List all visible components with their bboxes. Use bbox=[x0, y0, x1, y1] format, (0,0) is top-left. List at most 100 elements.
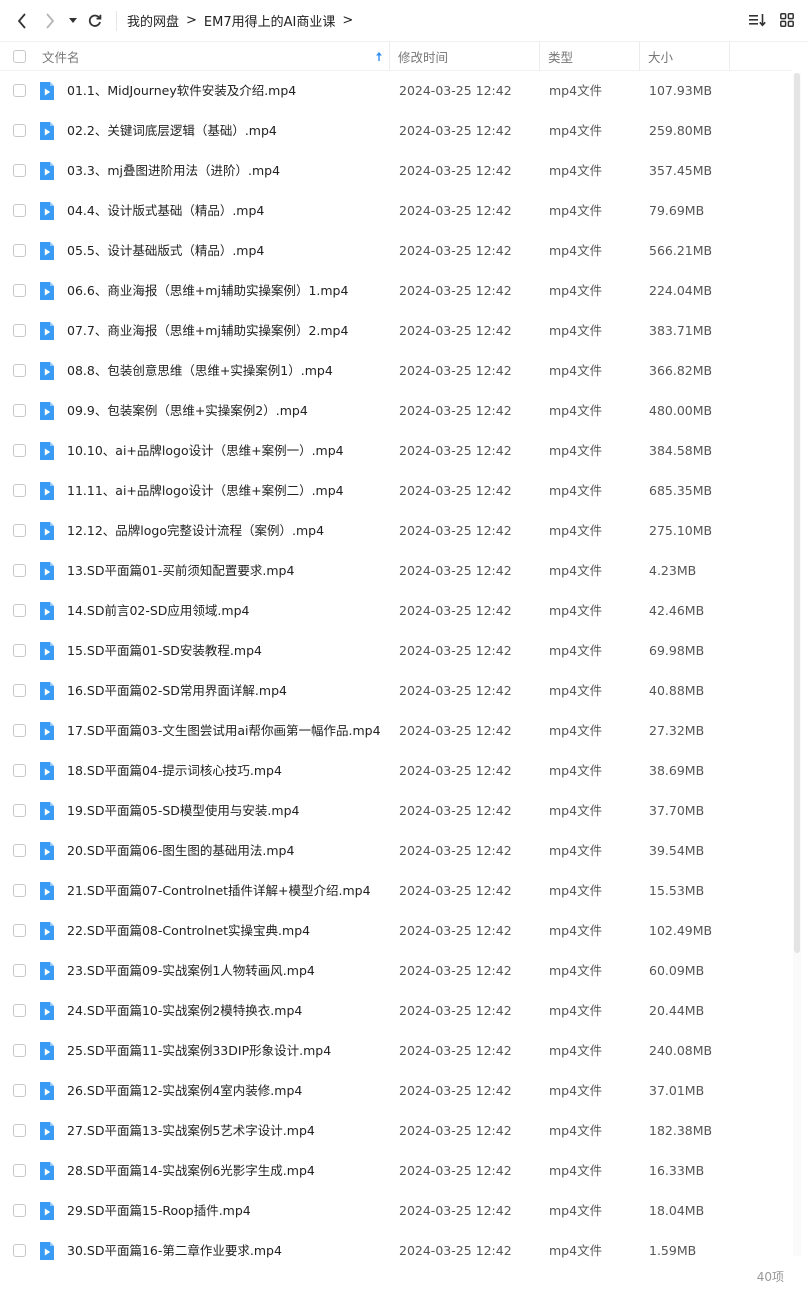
file-name[interactable]: 25.SD平面篇11-实战案例33DIP形象设计.mp4 bbox=[67, 1031, 331, 1071]
file-name[interactable]: 04.4、设计版式基础（精品）.mp4 bbox=[67, 191, 264, 231]
file-row[interactable]: 13.SD平面篇01-买前须知配置要求.mp4 2024-03-25 12:42 m… bbox=[0, 551, 792, 591]
row-checkbox[interactable] bbox=[13, 484, 26, 497]
row-checkbox[interactable] bbox=[13, 1204, 26, 1217]
file-row[interactable]: 20.SD平面篇06-图生图的基础用法.mp4 2024-03-25 12:42 m… bbox=[0, 831, 792, 871]
row-checkbox[interactable] bbox=[13, 1244, 26, 1257]
column-header-name[interactable]: 文件名 bbox=[38, 41, 390, 71]
sort-button[interactable] bbox=[749, 12, 766, 31]
row-checkbox[interactable] bbox=[13, 964, 26, 977]
row-checkbox[interactable] bbox=[13, 364, 26, 377]
row-checkbox[interactable] bbox=[13, 1004, 26, 1017]
forward-button[interactable] bbox=[36, 0, 64, 42]
file-row[interactable]: 29.SD平面篇15-Roop插件.mp4 2024-03-25 12:42 mp4… bbox=[0, 1191, 792, 1231]
row-checkbox[interactable] bbox=[13, 164, 26, 177]
row-checkbox[interactable] bbox=[13, 444, 26, 457]
file-row[interactable]: 03.3、mj叠图进阶用法（进阶）.mp4 2024-03-25 12:42 mp4… bbox=[0, 151, 792, 191]
row-checkbox[interactable] bbox=[13, 804, 26, 817]
file-name[interactable]: 15.SD平面篇01-SD安装教程.mp4 bbox=[67, 631, 262, 671]
row-checkbox[interactable] bbox=[13, 604, 26, 617]
file-row[interactable]: 07.7、商业海报（思维+mj辅助实操案例）2.mp4 2024-03-25 12… bbox=[0, 311, 792, 351]
row-checkbox[interactable] bbox=[13, 84, 26, 97]
breadcrumb-current-folder[interactable]: EM7用得上的AI商业课 bbox=[204, 11, 335, 30]
vertical-scrollbar[interactable] bbox=[793, 73, 801, 1256]
file-row[interactable]: 01.1、MidJourney软件安装及介绍.mp4 2024-03-25 12:… bbox=[0, 71, 792, 111]
row-checkbox[interactable] bbox=[13, 524, 26, 537]
file-name[interactable]: 09.9、包装案例（思维+实操案例2）.mp4 bbox=[67, 391, 308, 431]
file-name[interactable]: 19.SD平面篇05-SD模型使用与安装.mp4 bbox=[67, 791, 299, 831]
file-row[interactable]: 27.SD平面篇13-实战案例5艺术字设计.mp4 2024-03-25 12:4… bbox=[0, 1111, 792, 1151]
file-name[interactable]: 26.SD平面篇12-实战案例4室内装修.mp4 bbox=[67, 1071, 302, 1111]
file-name[interactable]: 18.SD平面篇04-提示词核心技巧.mp4 bbox=[67, 751, 282, 791]
file-name[interactable]: 20.SD平面篇06-图生图的基础用法.mp4 bbox=[67, 831, 294, 871]
row-checkbox[interactable] bbox=[13, 244, 26, 257]
row-checkbox[interactable] bbox=[13, 884, 26, 897]
file-row[interactable]: 22.SD平面篇08-Controlnet实操宝典.mp4 2024-03-25 … bbox=[0, 911, 792, 951]
scrollbar-thumb[interactable] bbox=[794, 73, 800, 953]
row-checkbox[interactable] bbox=[13, 644, 26, 657]
column-header-type[interactable]: 类型 bbox=[540, 41, 640, 71]
row-checkbox[interactable] bbox=[13, 1124, 26, 1137]
file-name[interactable]: 28.SD平面篇14-实战案例6光影字生成.mp4 bbox=[67, 1151, 315, 1191]
file-name[interactable]: 02.2、关键词底层逻辑（基础）.mp4 bbox=[67, 111, 277, 151]
file-name[interactable]: 10.10、ai+品牌logo设计（思维+案例一）.mp4 bbox=[67, 431, 344, 471]
file-name[interactable]: 16.SD平面篇02-SD常用界面详解.mp4 bbox=[67, 671, 287, 711]
file-row[interactable]: 05.5、设计基础版式（精品）.mp4 2024-03-25 12:42 mp4文件… bbox=[0, 231, 792, 271]
file-row[interactable]: 10.10、ai+品牌logo设计（思维+案例一）.mp4 2024-03-25 … bbox=[0, 431, 792, 471]
file-name[interactable]: 06.6、商业海报（思维+mj辅助实操案例）1.mp4 bbox=[67, 271, 348, 311]
file-name[interactable]: 27.SD平面篇13-实战案例5艺术字设计.mp4 bbox=[67, 1111, 315, 1151]
file-row[interactable]: 04.4、设计版式基础（精品）.mp4 2024-03-25 12:42 mp4文件… bbox=[0, 191, 792, 231]
breadcrumb-root[interactable]: 我的网盘 bbox=[127, 11, 179, 30]
file-row[interactable]: 06.6、商业海报（思维+mj辅助实操案例）1.mp4 2024-03-25 12… bbox=[0, 271, 792, 311]
file-row[interactable]: 26.SD平面篇12-实战案例4室内装修.mp4 2024-03-25 12:42… bbox=[0, 1071, 792, 1111]
file-name[interactable]: 08.8、包装创意思维（思维+实操案例1）.mp4 bbox=[67, 351, 333, 391]
refresh-button[interactable] bbox=[82, 0, 108, 42]
column-header-modified[interactable]: 修改时间 bbox=[390, 41, 540, 71]
file-row[interactable]: 09.9、包装案例（思维+实操案例2）.mp4 2024-03-25 12:42 m… bbox=[0, 391, 792, 431]
row-checkbox[interactable] bbox=[13, 924, 26, 937]
row-checkbox[interactable] bbox=[13, 724, 26, 737]
file-name[interactable]: 14.SD前言02-SD应用领域.mp4 bbox=[67, 591, 249, 631]
row-checkbox[interactable] bbox=[13, 204, 26, 217]
file-name[interactable]: 17.SD平面篇03-文生图尝试用ai帮你画第一幅作品.mp4 bbox=[67, 711, 381, 751]
row-checkbox[interactable] bbox=[13, 844, 26, 857]
file-row[interactable]: 08.8、包装创意思维（思维+实操案例1）.mp4 2024-03-25 12:4… bbox=[0, 351, 792, 391]
row-checkbox[interactable] bbox=[13, 1044, 26, 1057]
file-row[interactable]: 16.SD平面篇02-SD常用界面详解.mp4 2024-03-25 12:42 m… bbox=[0, 671, 792, 711]
row-checkbox[interactable] bbox=[13, 564, 26, 577]
column-header-size[interactable]: 大小 bbox=[640, 41, 730, 71]
file-name[interactable]: 03.3、mj叠图进阶用法（进阶）.mp4 bbox=[67, 151, 280, 191]
file-name[interactable]: 29.SD平面篇15-Roop插件.mp4 bbox=[67, 1191, 251, 1231]
file-row[interactable]: 14.SD前言02-SD应用领域.mp4 2024-03-25 12:42 mp4文… bbox=[0, 591, 792, 631]
file-row[interactable]: 18.SD平面篇04-提示词核心技巧.mp4 2024-03-25 12:42 mp… bbox=[0, 751, 792, 791]
file-name[interactable]: 01.1、MidJourney软件安装及介绍.mp4 bbox=[67, 71, 296, 111]
file-row[interactable]: 30.SD平面篇16-第二章作业要求.mp4 2024-03-25 12:42 mp… bbox=[0, 1231, 792, 1271]
file-row[interactable]: 02.2、关键词底层逻辑（基础）.mp4 2024-03-25 12:42 mp4文… bbox=[0, 111, 792, 151]
row-checkbox[interactable] bbox=[13, 284, 26, 297]
row-checkbox[interactable] bbox=[13, 124, 26, 137]
file-row[interactable]: 25.SD平面篇11-实战案例33DIP形象设计.mp4 2024-03-25 1… bbox=[0, 1031, 792, 1071]
file-name[interactable]: 07.7、商业海报（思维+mj辅助实操案例）2.mp4 bbox=[67, 311, 348, 351]
file-name[interactable]: 23.SD平面篇09-实战案例1人物转画风.mp4 bbox=[67, 951, 315, 991]
file-name[interactable]: 05.5、设计基础版式（精品）.mp4 bbox=[67, 231, 264, 271]
file-name[interactable]: 24.SD平面篇10-实战案例2模特换衣.mp4 bbox=[67, 991, 302, 1031]
file-row[interactable]: 17.SD平面篇03-文生图尝试用ai帮你画第一幅作品.mp4 2024-03-2… bbox=[0, 711, 792, 751]
file-name[interactable]: 12.12、品牌logo完整设计流程（案例）.mp4 bbox=[67, 511, 324, 551]
row-checkbox[interactable] bbox=[13, 1084, 26, 1097]
file-name[interactable]: 13.SD平面篇01-买前须知配置要求.mp4 bbox=[67, 551, 294, 591]
row-checkbox[interactable] bbox=[13, 684, 26, 697]
grid-view-button[interactable] bbox=[780, 12, 794, 31]
file-name[interactable]: 30.SD平面篇16-第二章作业要求.mp4 bbox=[67, 1231, 282, 1271]
back-button[interactable] bbox=[8, 0, 36, 42]
file-row[interactable]: 11.11、ai+品牌logo设计（思维+案例二）.mp4 2024-03-25 … bbox=[0, 471, 792, 511]
file-row[interactable]: 19.SD平面篇05-SD模型使用与安装.mp4 2024-03-25 12:42… bbox=[0, 791, 792, 831]
row-checkbox[interactable] bbox=[13, 764, 26, 777]
file-row[interactable]: 23.SD平面篇09-实战案例1人物转画风.mp4 2024-03-25 12:4… bbox=[0, 951, 792, 991]
file-name[interactable]: 22.SD平面篇08-Controlnet实操宝典.mp4 bbox=[67, 911, 310, 951]
file-name[interactable]: 21.SD平面篇07-Controlnet插件详解+模型介绍.mp4 bbox=[67, 871, 371, 911]
file-name[interactable]: 11.11、ai+品牌logo设计（思维+案例二）.mp4 bbox=[67, 471, 344, 511]
file-row[interactable]: 12.12、品牌logo完整设计流程（案例）.mp4 2024-03-25 12:… bbox=[0, 511, 792, 551]
file-row[interactable]: 24.SD平面篇10-实战案例2模特换衣.mp4 2024-03-25 12:42… bbox=[0, 991, 792, 1031]
row-checkbox[interactable] bbox=[13, 1164, 26, 1177]
row-checkbox[interactable] bbox=[13, 324, 26, 337]
file-row[interactable]: 21.SD平面篇07-Controlnet插件详解+模型介绍.mp4 2024-0… bbox=[0, 871, 792, 911]
